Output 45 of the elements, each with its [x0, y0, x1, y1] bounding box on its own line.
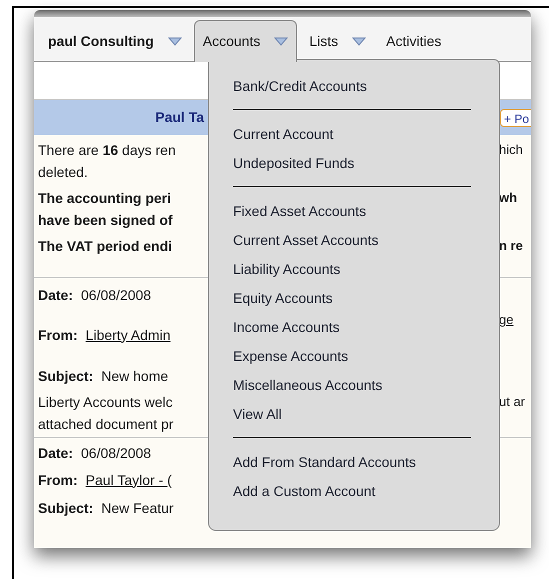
- menu-item[interactable]: Fixed Asset Accounts: [233, 197, 471, 226]
- menu-tab[interactable]: Lists: [301, 21, 374, 61]
- add-button[interactable]: + Po: [500, 108, 531, 126]
- date-label: Date:: [37, 286, 74, 304]
- menu-item[interactable]: Undeposited Funds: [233, 149, 471, 178]
- message-text: attached document pr: [38, 416, 174, 432]
- header-title: Paul Ta: [155, 109, 204, 125]
- notice-text: n re: [498, 237, 523, 256]
- menu-item[interactable]: Current Account: [233, 120, 471, 149]
- notice-text: deleted.: [38, 164, 88, 180]
- notice-text: have been signed of: [38, 212, 173, 228]
- from-label: From:: [38, 470, 78, 490]
- menu-item[interactable]: Add From Standard Accounts: [233, 448, 471, 477]
- subject-label: Subject:: [37, 498, 94, 518]
- caret-icon: [168, 36, 182, 46]
- menu-item[interactable]: Add a Custom Account: [233, 477, 471, 506]
- notice-text: There are 16 days ren: [38, 142, 176, 158]
- date-value: 06/08/2008: [80, 286, 152, 304]
- menu-tab[interactable]: Accounts: [194, 20, 298, 62]
- menu-item[interactable]: View All: [233, 400, 471, 429]
- subject-label: Subject:: [37, 366, 94, 386]
- subject-value: New home: [100, 366, 168, 386]
- menu-tab[interactable]: Activities: [378, 21, 450, 61]
- menu-item[interactable]: Expense Accounts: [233, 342, 471, 371]
- notice-text: The VAT period endi: [38, 238, 172, 254]
- menu-item[interactable]: Current Asset Accounts: [233, 226, 471, 255]
- sender-link[interactable]: Paul Taylor - (: [78, 470, 172, 490]
- subject-value: New Featur: [100, 498, 174, 518]
- menu-item[interactable]: Miscellaneous Accounts: [233, 371, 471, 400]
- notice-text: hich: [498, 141, 523, 160]
- menu-item[interactable]: Equity Accounts: [233, 284, 471, 313]
- menu-item[interactable]: Liability Accounts: [233, 255, 471, 284]
- menu-tab[interactable]: paul Consulting: [40, 21, 190, 61]
- message-text: ut ar: [498, 393, 526, 412]
- notice-text: wh: [498, 189, 518, 208]
- sender-link[interactable]: Liberty Admin: [78, 324, 170, 346]
- message-link[interactable]: ge: [496, 310, 514, 330]
- from-label: From:: [38, 326, 78, 344]
- message-text: Liberty Accounts welc: [38, 394, 173, 410]
- date-label: Date:: [37, 444, 74, 462]
- menu-item[interactable]: Income Accounts: [233, 313, 471, 342]
- date-value: 06/08/2008: [80, 444, 152, 462]
- caret-icon: [274, 37, 288, 46]
- notice-text: The accounting peri: [38, 190, 172, 206]
- caret-icon: [352, 36, 366, 46]
